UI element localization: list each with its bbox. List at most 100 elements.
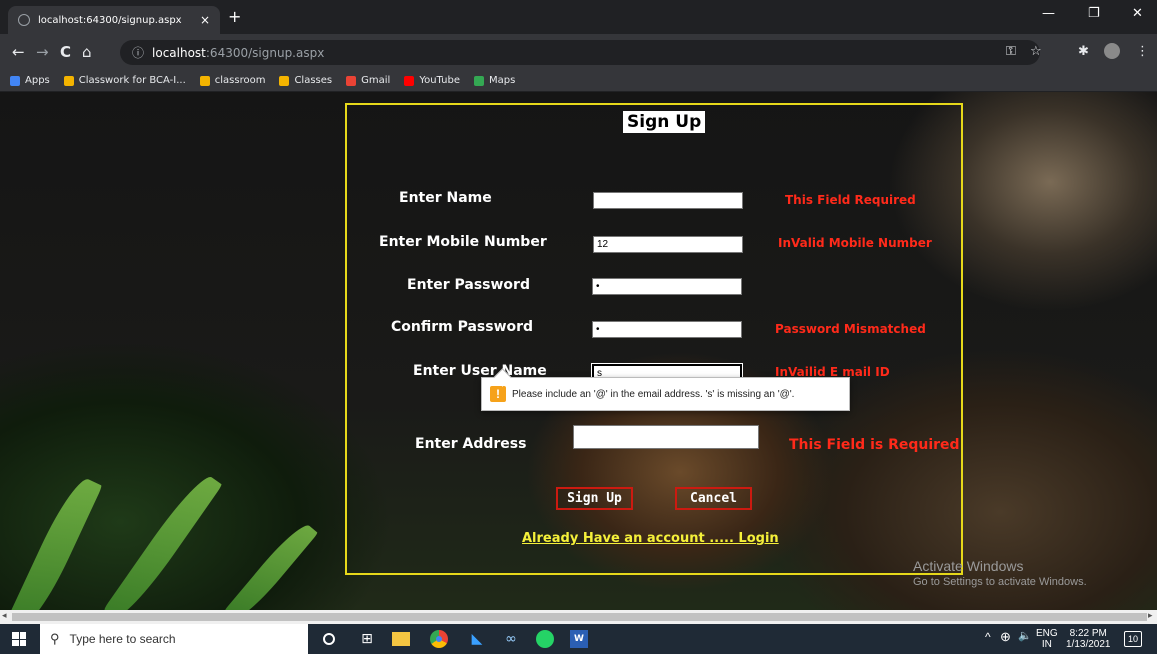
globe-icon xyxy=(18,14,30,26)
page-title: Sign Up xyxy=(623,111,706,133)
url-host: localhost xyxy=(152,45,206,60)
validation-tooltip: ! Please include an '@' in the email add… xyxy=(481,377,850,411)
tray-arrow-icon[interactable]: ^ xyxy=(985,631,991,643)
warning-icon: ! xyxy=(490,386,506,402)
bookmark-label: Maps xyxy=(488,75,516,86)
windows-taskbar: ⚲ Type here to search ⊞ ◣ ∞ W ^ ⊕ 🔈 ENG … xyxy=(0,624,1157,654)
signup-button[interactable]: Sign Up xyxy=(556,487,633,510)
signup-form: Sign Up Enter Name This Field Required E… xyxy=(345,103,963,575)
chrome-center xyxy=(436,636,442,642)
vscode-icon[interactable]: ◣ xyxy=(468,630,486,648)
address-toolbar: ← → C ⌂ ⓘ localhost:64300/signup.aspx ⚿ … xyxy=(0,34,1157,70)
reload-icon[interactable]: C xyxy=(60,43,71,61)
url-path: :64300/signup.aspx xyxy=(205,45,325,60)
password-input[interactable]: • xyxy=(592,278,742,295)
address-label: Enter Address xyxy=(415,436,527,452)
browser-tab[interactable]: localhost:64300/signup.aspx × xyxy=(8,6,220,34)
clock[interactable]: 8:22 PM 1/13/2021 xyxy=(1066,628,1111,650)
apps-icon xyxy=(10,75,20,86)
menu-icon[interactable]: ⋮ xyxy=(1136,44,1149,59)
bookmarks-bar: Apps Classwork for BCA-I... classroom Cl… xyxy=(0,70,1157,92)
bookmark-label: Gmail xyxy=(361,75,391,86)
password-label: Enter Password xyxy=(407,277,530,293)
confirm-password-input[interactable]: • xyxy=(592,321,742,338)
region-code: IN xyxy=(1041,639,1052,650)
url-field[interactable]: ⓘ localhost:64300/signup.aspx xyxy=(120,40,1040,65)
bookmark-gmail[interactable]: Gmail xyxy=(346,75,390,86)
login-link[interactable]: Already Have an account ..... Login xyxy=(522,531,779,546)
key-icon[interactable]: ⚿ xyxy=(1006,44,1016,59)
task-view-icon[interactable]: ⊞ xyxy=(358,630,376,648)
browser-tab-bar: localhost:64300/signup.aspx × + — ❐ ✕ xyxy=(0,0,1157,34)
new-tab-button[interactable]: + xyxy=(228,7,241,26)
leaf-decoration xyxy=(224,518,318,610)
cancel-button[interactable]: Cancel xyxy=(675,487,752,510)
star-icon[interactable]: ☆ xyxy=(1030,44,1042,59)
bookmark-label: Classes xyxy=(294,75,333,86)
close-window-icon[interactable]: ✕ xyxy=(1132,6,1143,21)
classroom-icon xyxy=(279,75,290,86)
file-explorer-icon[interactable] xyxy=(392,632,410,646)
tab-close-icon[interactable]: × xyxy=(200,13,210,27)
notification-icon[interactable]: 10 xyxy=(1124,631,1142,647)
profile-avatar[interactable] xyxy=(1104,43,1120,59)
back-icon[interactable]: ← xyxy=(12,43,25,61)
info-icon[interactable]: ⓘ xyxy=(132,44,144,61)
restore-icon[interactable]: ❐ xyxy=(1088,6,1100,21)
network-icon[interactable]: ⊕ xyxy=(1000,630,1011,643)
scrollbar-thumb[interactable] xyxy=(12,613,1147,621)
bookmark-classwork[interactable]: Classwork for BCA-I... xyxy=(63,75,186,86)
activate-windows-watermark: Activate Windows Go to Settings to activ… xyxy=(913,558,1087,588)
tooltip-text: Please include an '@' in the email addre… xyxy=(512,388,795,400)
bookmark-classroom[interactable]: classroom xyxy=(199,75,266,86)
mobile-input[interactable]: 12 xyxy=(593,236,743,253)
clock-time: 8:22 PM xyxy=(1069,628,1107,639)
page-background: Sign Up Enter Name This Field Required E… xyxy=(0,92,1157,610)
bookmark-label: YouTube xyxy=(419,75,460,86)
address-error: This Field is Required xyxy=(789,437,960,453)
confirm-password-label: Confirm Password xyxy=(391,319,534,335)
youtube-icon xyxy=(404,75,415,86)
bookmark-maps[interactable]: Maps xyxy=(473,75,516,86)
leaf-decoration xyxy=(7,473,103,610)
bookmark-label: Classwork for BCA-I... xyxy=(78,75,186,86)
maps-icon xyxy=(473,75,484,86)
bookmark-classes[interactable]: Classes xyxy=(279,75,332,86)
watermark-title: Activate Windows xyxy=(913,558,1024,574)
folder-icon xyxy=(199,75,210,86)
cortana-icon[interactable] xyxy=(323,633,335,645)
search-icon: ⚲ xyxy=(50,631,60,646)
scroll-right-icon[interactable]: ▸ xyxy=(1148,611,1153,621)
whatsapp-icon[interactable] xyxy=(536,630,554,648)
name-error: This Field Required xyxy=(785,193,916,207)
lang-code: ENG xyxy=(1036,628,1058,639)
tab-title: localhost:64300/signup.aspx xyxy=(38,14,182,26)
bookmark-label: classroom xyxy=(214,75,266,86)
bookmark-label: Apps xyxy=(25,75,50,86)
name-input[interactable] xyxy=(593,192,743,209)
leaf-decoration xyxy=(103,469,223,610)
bookmark-apps[interactable]: Apps xyxy=(10,75,50,86)
home-icon[interactable]: ⌂ xyxy=(82,43,92,61)
extensions-icon[interactable]: ✱ xyxy=(1078,44,1089,59)
minimize-icon[interactable]: — xyxy=(1042,6,1055,21)
word-icon[interactable]: W xyxy=(570,630,588,648)
forward-icon[interactable]: → xyxy=(36,43,49,61)
scroll-left-icon[interactable]: ◂ xyxy=(2,611,7,621)
infinity-app-icon[interactable]: ∞ xyxy=(502,630,520,648)
clock-date: 1/13/2021 xyxy=(1066,639,1111,650)
search-placeholder: Type here to search xyxy=(69,632,176,646)
taskbar-search[interactable]: ⚲ Type here to search xyxy=(40,624,308,654)
bookmark-youtube[interactable]: YouTube xyxy=(404,75,460,86)
language-indicator[interactable]: ENG IN xyxy=(1036,628,1058,650)
volume-icon[interactable]: 🔈 xyxy=(1018,631,1032,642)
watermark-subtitle: Go to Settings to activate Windows. xyxy=(913,576,1087,588)
classroom-icon xyxy=(63,75,74,86)
horizontal-scrollbar[interactable]: ◂ ▸ xyxy=(0,610,1157,624)
address-textarea[interactable] xyxy=(573,425,759,449)
mobile-error: InValid Mobile Number xyxy=(778,236,932,250)
gmail-icon xyxy=(346,75,357,86)
confirm-password-error: Password Mismatched xyxy=(775,322,926,336)
mobile-label: Enter Mobile Number xyxy=(379,234,547,250)
windows-start-icon[interactable] xyxy=(12,632,26,646)
